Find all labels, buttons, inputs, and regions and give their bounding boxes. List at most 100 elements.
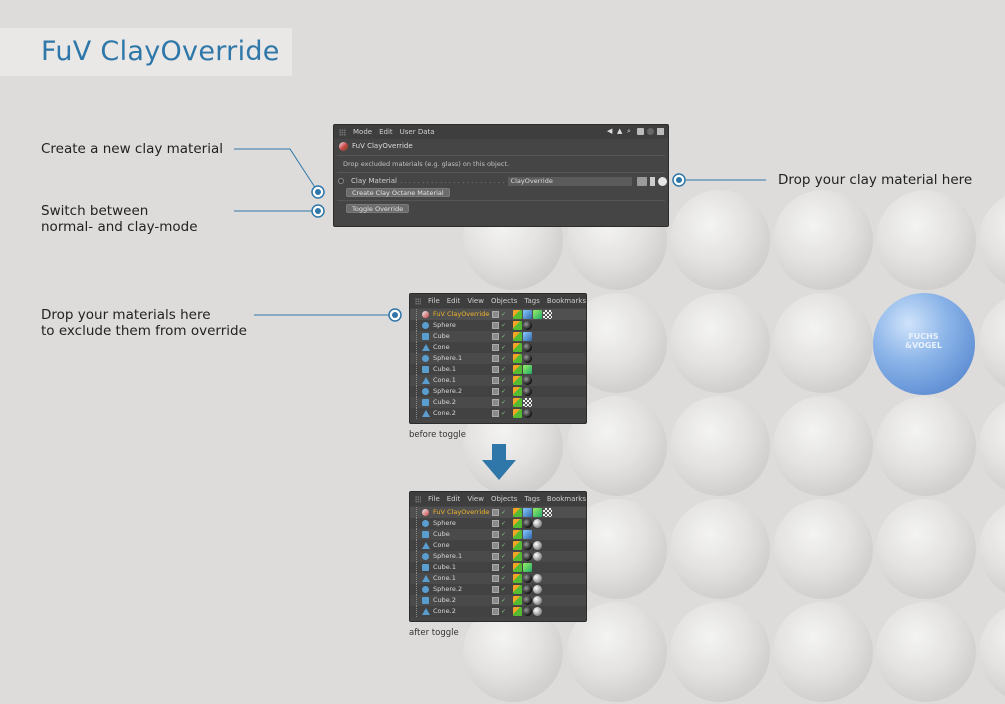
layer-icon[interactable] (492, 355, 499, 362)
layer-icon[interactable] (492, 575, 499, 582)
layer-icon[interactable] (492, 597, 499, 604)
menu-edit[interactable]: Edit (379, 128, 393, 136)
layer-icon[interactable] (492, 564, 499, 571)
layer-icon[interactable] (492, 586, 499, 593)
phong-tag-icon[interactable] (513, 354, 522, 363)
blue-tag-icon[interactable] (523, 530, 532, 539)
object-row[interactable]: Cube.2 ✓ (410, 595, 586, 606)
checker-tag-icon[interactable] (543, 508, 552, 517)
grip-icon[interactable] (415, 495, 422, 503)
mat-tag-icon[interactable] (523, 321, 532, 330)
object-row[interactable]: Cube.1 ✓ (410, 562, 586, 573)
layer-icon[interactable] (492, 410, 499, 417)
object-name[interactable]: Sphere.2 (433, 387, 462, 395)
phong-tag-icon[interactable] (513, 574, 522, 583)
menu-file[interactable]: File (428, 495, 440, 503)
enabled-check-icon[interactable]: ✓ (501, 344, 508, 351)
blue-tag-icon[interactable] (523, 508, 532, 517)
mat-tag-icon[interactable] (523, 552, 532, 561)
enabled-check-icon[interactable]: ✓ (501, 410, 508, 417)
object-row[interactable]: Sphere.2 ✓ (410, 386, 586, 397)
object-name[interactable]: Cube.1 (433, 365, 456, 373)
object-name[interactable]: Cube (433, 332, 450, 340)
mat-tag-icon[interactable] (523, 574, 532, 583)
green-tag-icon[interactable] (523, 365, 532, 374)
phong-tag-icon[interactable] (513, 563, 522, 572)
enabled-check-icon[interactable]: ✓ (501, 553, 508, 560)
gray-tag-icon[interactable] (533, 596, 542, 605)
object-row[interactable]: Sphere ✓ (410, 518, 586, 529)
phong-tag-icon[interactable] (513, 519, 522, 528)
object-row[interactable]: Sphere.1 ✓ (410, 353, 586, 364)
phong-tag-icon[interactable] (513, 552, 522, 561)
enabled-check-icon[interactable]: ✓ (501, 509, 508, 516)
enabled-check-icon[interactable]: ✓ (501, 388, 508, 395)
object-name[interactable]: FuV ClayOverride (433, 508, 489, 516)
phong-tag-icon[interactable] (513, 376, 522, 385)
enabled-check-icon[interactable]: ✓ (501, 586, 508, 593)
layer-icon[interactable] (492, 608, 499, 615)
mat-tag-icon[interactable] (523, 354, 532, 363)
object-name[interactable]: FuV ClayOverride (433, 310, 489, 318)
menu-mode[interactable]: Mode (353, 128, 372, 136)
layer-icon[interactable] (492, 531, 499, 538)
phong-tag-icon[interactable] (513, 398, 522, 407)
layer-icon[interactable] (492, 377, 499, 384)
object-name[interactable]: Cube.2 (433, 398, 456, 406)
phong-tag-icon[interactable] (513, 508, 522, 517)
object-row[interactable]: Cone ✓ (410, 540, 586, 551)
enabled-check-icon[interactable]: ✓ (501, 399, 508, 406)
object-name[interactable]: Cube (433, 530, 450, 538)
enabled-check-icon[interactable]: ✓ (501, 333, 508, 340)
gray-tag-icon[interactable] (533, 519, 542, 528)
menu-objects[interactable]: Objects (491, 297, 517, 305)
object-row[interactable]: Cone ✓ (410, 342, 586, 353)
phong-tag-icon[interactable] (513, 607, 522, 616)
phong-tag-icon[interactable] (513, 530, 522, 539)
grip-icon[interactable] (415, 297, 422, 305)
object-row[interactable]: Sphere ✓ (410, 320, 586, 331)
gray-tag-icon[interactable] (533, 574, 542, 583)
gray-tag-icon[interactable] (533, 541, 542, 550)
blue-tag-icon[interactable] (523, 332, 532, 341)
layer-icon[interactable] (492, 509, 499, 516)
menu-tags[interactable]: Tags (524, 297, 540, 305)
object-name[interactable]: Sphere.1 (433, 354, 462, 362)
blue-tag-icon[interactable] (523, 310, 532, 319)
object-name[interactable]: Cone (433, 541, 450, 549)
object-name[interactable]: Cone.2 (433, 409, 456, 417)
phong-tag-icon[interactable] (513, 541, 522, 550)
mat-tag-icon[interactable] (523, 541, 532, 550)
mat-tag-icon[interactable] (523, 607, 532, 616)
menu-user-data[interactable]: User Data (400, 128, 435, 136)
layer-icon[interactable] (492, 542, 499, 549)
green-tag-icon[interactable] (523, 563, 532, 572)
menu-bookmarks[interactable]: Bookmarks (547, 495, 586, 503)
layer-icon[interactable] (492, 520, 499, 527)
object-row[interactable]: Cone.2 ✓ (410, 606, 586, 617)
clear-link-icon[interactable] (657, 176, 667, 186)
menu-edit[interactable]: Edit (447, 297, 461, 305)
object-row[interactable]: Cube.1 ✓ (410, 364, 586, 375)
phong-tag-icon[interactable] (513, 365, 522, 374)
green-tag-icon[interactable] (533, 508, 542, 517)
up-arrow-icon[interactable]: ▲ (617, 128, 624, 135)
object-row[interactable]: Cone.1 ✓ (410, 375, 586, 386)
object-row[interactable]: Cube.2 ✓ (410, 397, 586, 408)
object-name[interactable]: Cone.1 (433, 574, 456, 582)
object-name[interactable]: Cone.1 (433, 376, 456, 384)
layer-icon[interactable] (492, 399, 499, 406)
object-name[interactable]: Sphere (433, 519, 456, 527)
phong-tag-icon[interactable] (513, 310, 522, 319)
layer-icon[interactable] (492, 322, 499, 329)
phong-tag-icon[interactable] (513, 585, 522, 594)
mat-tag-icon[interactable] (523, 409, 532, 418)
checker-tag-icon[interactable] (523, 398, 532, 407)
object-row[interactable]: Cube ✓ (410, 529, 586, 540)
layer-icon[interactable] (492, 366, 499, 373)
animate-radio-icon[interactable] (338, 178, 344, 184)
phong-tag-icon[interactable] (513, 321, 522, 330)
menu-view[interactable]: View (467, 495, 484, 503)
menu-file[interactable]: File (428, 297, 440, 305)
object-row[interactable]: FuV ClayOverride ✓ (410, 309, 586, 320)
